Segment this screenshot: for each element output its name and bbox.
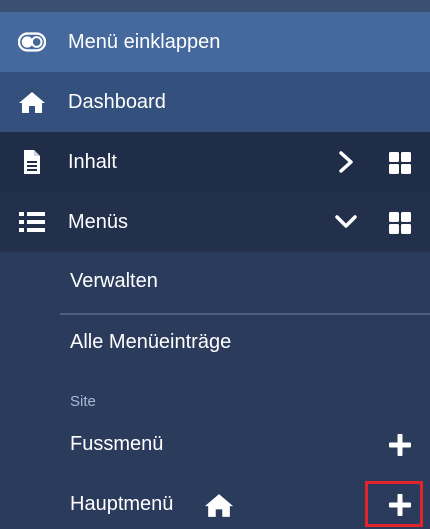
home-icon	[18, 90, 46, 114]
sidebar-item-label: Menüs	[68, 211, 129, 233]
submenu-item-main-menu[interactable]: Hauptmenü	[70, 493, 173, 516]
sidebar-top-strip	[0, 0, 430, 12]
toggle-icon	[18, 30, 46, 54]
sidebar-item-dashboard[interactable]: Dashboard	[0, 72, 430, 132]
section-label: Site	[70, 393, 96, 410]
submenu-item-all-menu-items[interactable]: Alle Menüeinträge	[70, 331, 231, 354]
home-icon	[203, 492, 235, 518]
sidebar-item-label: Dashboard	[68, 91, 166, 113]
submenu-item-footer-menu[interactable]: Fussmenü	[70, 433, 163, 456]
add-item-plus-icon[interactable]	[387, 492, 413, 518]
file-icon	[18, 150, 46, 174]
chevron-down-icon[interactable]	[335, 210, 357, 234]
chevron-right-icon[interactable]	[335, 150, 357, 174]
sidebar-item-label: Inhalt	[68, 151, 117, 173]
dashboard-grid-icon[interactable]	[389, 212, 411, 234]
list-icon	[18, 210, 46, 234]
collapse-menu-label: Menü einklappen	[68, 31, 221, 53]
sidebar-item-inhalt[interactable]: Inhalt	[0, 132, 430, 192]
divider	[60, 313, 430, 315]
add-item-plus-icon[interactable]	[387, 432, 413, 458]
collapse-menu-button[interactable]: Menü einklappen	[0, 12, 430, 72]
dashboard-grid-icon[interactable]	[389, 152, 411, 174]
sidebar-item-menus[interactable]: Menüs	[0, 192, 430, 252]
submenu-item-manage[interactable]: Verwalten	[70, 270, 158, 293]
